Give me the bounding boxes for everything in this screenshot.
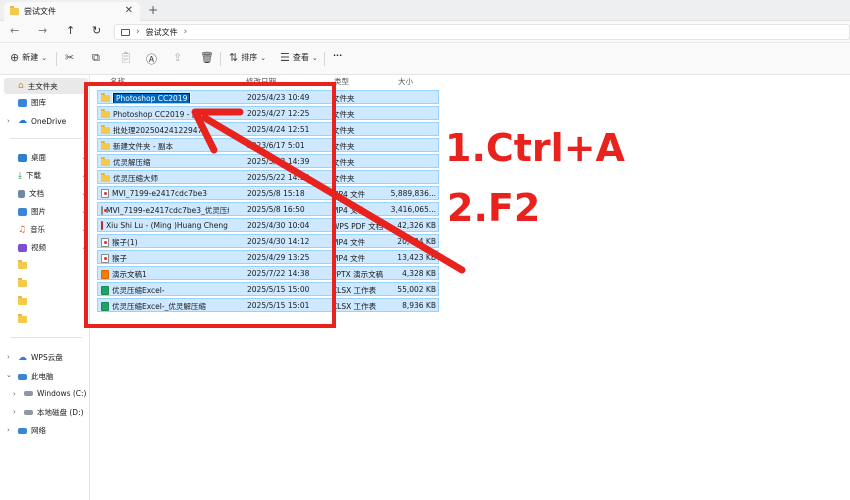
annotation-step-1: 1.Ctrl+A (445, 126, 625, 170)
annotation-step-2: 2.F2 (447, 186, 541, 230)
arrow-shaft (201, 114, 466, 274)
annotation-arrow (191, 108, 466, 274)
